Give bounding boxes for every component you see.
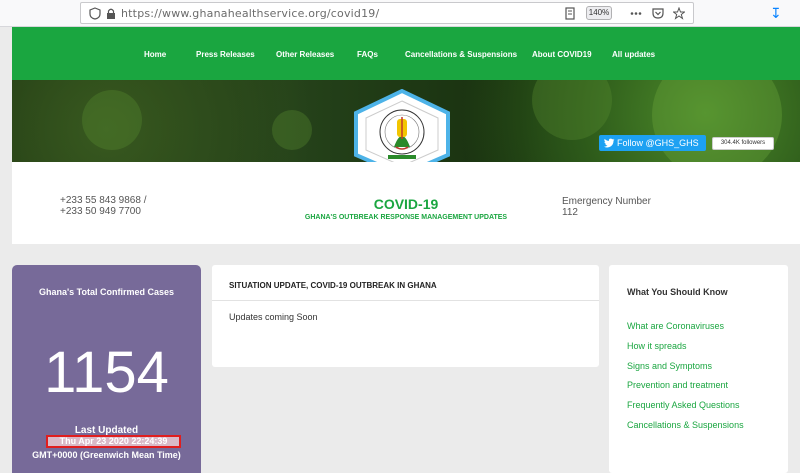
cases-card-title: Ghana's Total Confirmed Cases bbox=[38, 287, 174, 297]
emergency-label: Emergency Number bbox=[562, 196, 651, 207]
situation-update-title: SITUATION UPDATE, COVID-19 OUTBREAK IN G… bbox=[229, 281, 437, 290]
bookmark-star-icon[interactable] bbox=[673, 7, 685, 20]
address-bar[interactable]: https://www.ghanahealthservice.org/covid… bbox=[80, 2, 694, 24]
zoom-level-badge[interactable]: 140% bbox=[586, 6, 612, 20]
know-panel-title: What You Should Know bbox=[627, 287, 728, 297]
nav-item-about-covid19[interactable]: About COVID19 bbox=[532, 50, 592, 59]
link-what-are-coronaviruses[interactable]: What are Coronaviruses bbox=[627, 321, 724, 331]
lock-icon[interactable] bbox=[105, 7, 117, 20]
nav-item-faqs[interactable]: FAQs bbox=[357, 50, 378, 59]
page-subtitle: GHANA'S OUTBREAK RESPONSE MANAGEMENT UPD… bbox=[304, 214, 508, 221]
link-prevention-and-treatment[interactable]: Prevention and treatment bbox=[627, 380, 728, 390]
nav-item-all-updates[interactable]: All updates bbox=[612, 50, 655, 59]
what-you-should-know-panel: What You Should Know What are Coronaviru… bbox=[609, 265, 788, 473]
link-signs-and-symptoms[interactable]: Signs and Symptoms bbox=[627, 361, 712, 371]
virus-decoration bbox=[272, 110, 312, 150]
situation-update-panel: SITUATION UPDATE, COVID-19 OUTBREAK IN G… bbox=[212, 265, 599, 367]
confirmed-cases-count: 1154 bbox=[44, 340, 169, 405]
confirmed-cases-card: Ghana's Total Confirmed Cases 1154 Last … bbox=[12, 265, 201, 473]
pocket-icon[interactable] bbox=[652, 7, 664, 20]
nav-item-cancellations[interactable]: Cancellations & Suspensions bbox=[405, 50, 517, 59]
url-text[interactable]: https://www.ghanahealthservice.org/covid… bbox=[121, 7, 379, 20]
twitter-follow-label: Follow @GHS_GHS bbox=[617, 138, 699, 148]
situation-update-body: Updates coming Soon bbox=[229, 312, 318, 322]
virus-decoration bbox=[82, 90, 142, 150]
reader-view-icon[interactable] bbox=[564, 7, 576, 20]
divider bbox=[212, 300, 599, 301]
shield-icon[interactable] bbox=[89, 7, 101, 20]
main-navigation: Home Press Releases Other Releases FAQs … bbox=[12, 27, 800, 80]
twitter-bird-icon bbox=[604, 138, 615, 148]
twitter-follow-button[interactable]: Follow @GHS_GHS bbox=[599, 135, 706, 151]
emergency-number[interactable]: 112 bbox=[562, 207, 651, 218]
timezone-label: GMT+0000 (Greenwich Mean Time) bbox=[32, 450, 181, 460]
browser-toolbar: https://www.ghanahealthservice.org/covid… bbox=[0, 0, 800, 27]
link-faqs[interactable]: Frequently Asked Questions bbox=[627, 400, 740, 410]
followers-count-badge: 304.4K followers bbox=[712, 137, 774, 150]
page-title: COVID-19 bbox=[373, 196, 439, 212]
link-how-it-spreads[interactable]: How it spreads bbox=[627, 341, 687, 351]
page-actions-icon[interactable] bbox=[630, 7, 642, 20]
link-cancellations-suspensions[interactable]: Cancellations & Suspensions bbox=[627, 420, 744, 430]
download-arrow-icon[interactable]: ↧ bbox=[770, 5, 782, 22]
nav-item-other-releases[interactable]: Other Releases bbox=[276, 50, 334, 59]
info-strip: +233 55 843 9868 / +233 50 949 7700 COVI… bbox=[12, 162, 800, 244]
emergency-contact: Emergency Number 112 bbox=[562, 196, 651, 218]
nav-item-home[interactable]: Home bbox=[144, 50, 166, 59]
last-updated-date: Thu Apr 23 2020 22:24:39 bbox=[46, 435, 181, 448]
nav-item-press-releases[interactable]: Press Releases bbox=[196, 50, 255, 59]
virus-decoration bbox=[532, 80, 612, 140]
